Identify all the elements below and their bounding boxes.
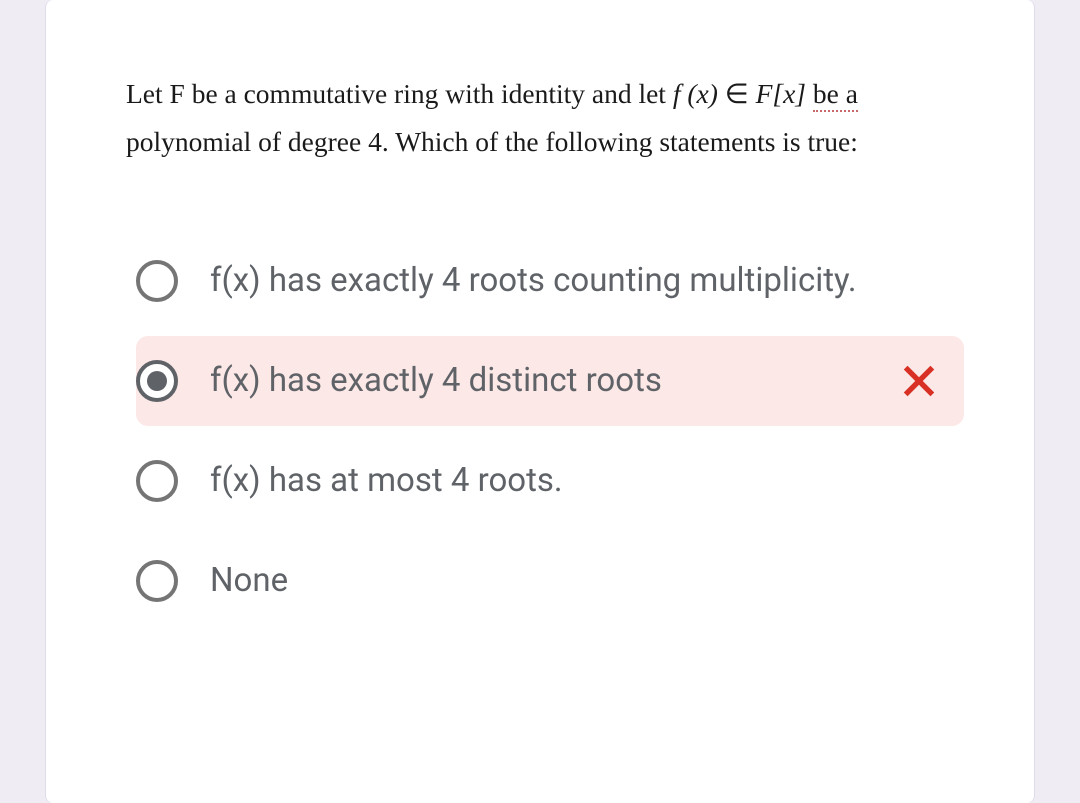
option-3-label: f(x) has at most 4 roots. [210, 457, 939, 505]
incorrect-x-icon [899, 361, 939, 401]
option-4-label: None [210, 557, 939, 605]
option-1[interactable]: f(x) has exactly 4 roots counting multip… [136, 236, 964, 326]
question-line1-pre: Let F be a commutative ring with identit… [126, 78, 673, 109]
question-set: F[x] [756, 78, 806, 109]
question-text: Let F be a commutative ring with identit… [81, 70, 999, 166]
option-1-label: f(x) has exactly 4 roots counting multip… [210, 257, 939, 305]
option-3[interactable]: f(x) has at most 4 roots. [136, 436, 964, 526]
radio-checked-icon [136, 360, 178, 402]
question-card: Let F be a commutative ring with identit… [45, 0, 1035, 803]
question-elem: ∈ [718, 78, 756, 109]
options-group: f(x) has exactly 4 roots counting multip… [81, 236, 999, 626]
option-2[interactable]: f(x) has exactly 4 distinct roots [136, 336, 964, 426]
question-fx: f (x) [673, 78, 718, 109]
question-be-a: be a [813, 78, 858, 112]
option-2-label: f(x) has exactly 4 distinct roots [210, 357, 879, 405]
option-4[interactable]: None [136, 536, 964, 626]
radio-unchecked-icon [136, 560, 178, 602]
radio-unchecked-icon [136, 260, 178, 302]
radio-inner-dot [147, 371, 167, 391]
radio-unchecked-icon [136, 460, 178, 502]
question-line2: polynomial of degree 4. Which of the fol… [126, 126, 858, 157]
